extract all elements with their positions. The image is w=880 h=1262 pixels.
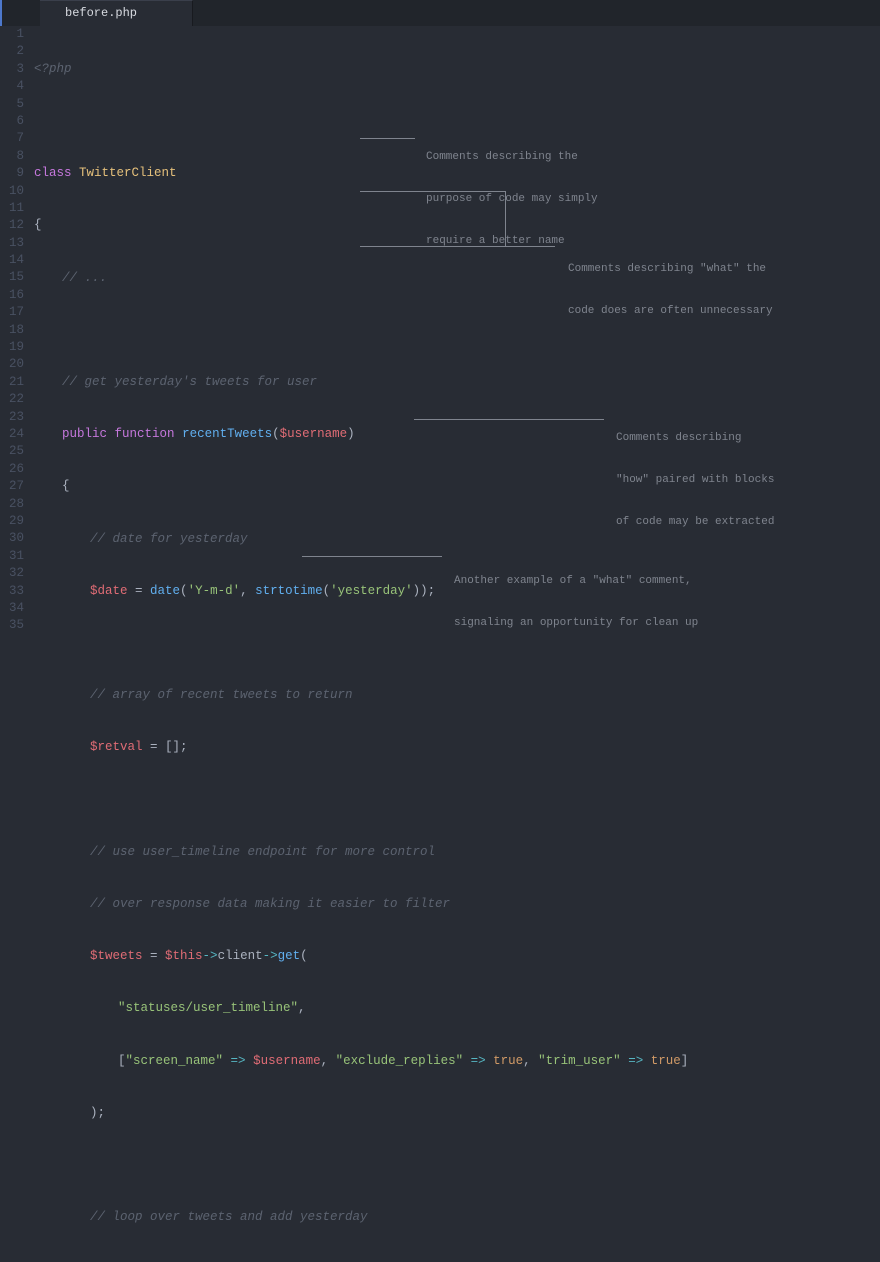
- connector-line: [302, 556, 442, 557]
- php-open-tag: <?php: [34, 62, 72, 76]
- comment-what-2: // array of recent tweets to return: [90, 688, 353, 702]
- tab-filename: before.php: [65, 5, 137, 22]
- connector-line: [360, 138, 415, 139]
- code-area[interactable]: <?php class TwitterClient { // ... // ge…: [34, 26, 880, 631]
- connector-line: [360, 246, 555, 247]
- connector-line: [505, 191, 506, 246]
- file-tab[interactable]: before.php: [40, 0, 193, 26]
- comment-how: // loop over tweets and add yesterday: [90, 1210, 368, 1224]
- tab-bar: before.php: [0, 0, 880, 26]
- annotation-what-2: Another example of a "what" comment, sig…: [454, 546, 698, 658]
- comment-purpose: // get yesterday's tweets for user: [62, 375, 317, 389]
- code-editor[interactable]: 1234567891011121314151617181920212223242…: [0, 26, 880, 631]
- connector-line: [414, 419, 604, 420]
- connector-line: [360, 191, 505, 192]
- annotation-how: Comments describing "how" paired with bl…: [616, 403, 774, 557]
- active-tab-marker: [0, 0, 2, 26]
- line-number-gutter: 1234567891011121314151617181920212223242…: [0, 26, 34, 631]
- comment-what-1: // date for yesterday: [90, 532, 248, 546]
- annotation-what: Comments describing "what" the code does…: [568, 234, 773, 346]
